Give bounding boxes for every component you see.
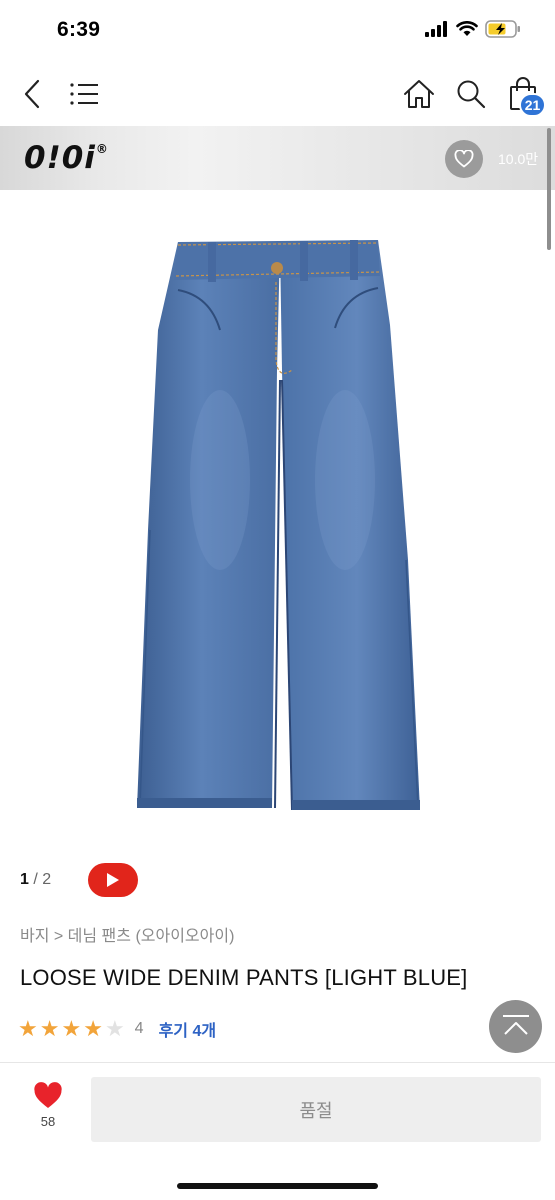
status-icons bbox=[425, 20, 521, 38]
brand-like-count: 10.0만 bbox=[498, 151, 539, 167]
product-image[interactable] bbox=[120, 230, 440, 820]
scroll-indicator[interactable] bbox=[547, 128, 551, 250]
image-pager: 1 / 2 bbox=[20, 871, 51, 889]
play-icon bbox=[107, 873, 119, 887]
divider bbox=[0, 1062, 555, 1063]
product-title: LOOSE WIDE DENIM PANTS [LIGHT BLUE] bbox=[20, 965, 468, 990]
home-indicator[interactable] bbox=[177, 1183, 378, 1189]
pager-total: 2 bbox=[42, 871, 52, 888]
sold-out-button[interactable]: 품절 bbox=[91, 1077, 541, 1142]
signal-icon bbox=[425, 21, 447, 37]
heart-icon bbox=[34, 1082, 62, 1108]
rating-row: ★ ★ ★ ★ ★ 4 후기 4개 bbox=[18, 1017, 216, 1041]
video-play-button[interactable] bbox=[88, 863, 138, 897]
star-empty-icon: ★ bbox=[104, 1016, 125, 1041]
star-filled-icon: ★ bbox=[18, 1016, 38, 1041]
heart-outline-icon bbox=[454, 150, 474, 168]
home-button[interactable] bbox=[400, 76, 438, 112]
like-count: 58 bbox=[40, 1114, 56, 1129]
menu-button[interactable] bbox=[66, 78, 102, 110]
wifi-icon bbox=[456, 21, 478, 36]
star-filled-icon: ★ bbox=[61, 1016, 82, 1041]
brand-logo-mark: ® bbox=[95, 141, 109, 156]
cart-count-badge: 21 bbox=[519, 93, 546, 117]
search-button[interactable] bbox=[452, 76, 490, 112]
review-count-link[interactable]: 후기 4개 bbox=[159, 1017, 217, 1041]
rating-stars: ★ ★ ★ ★ ★ bbox=[18, 1018, 125, 1040]
search-icon bbox=[457, 80, 486, 109]
rating-value: 4 bbox=[134, 1020, 144, 1037]
back-button[interactable] bbox=[16, 76, 48, 112]
star-filled-icon: ★ bbox=[39, 1016, 60, 1041]
status-bar: 6:39 bbox=[0, 0, 555, 62]
scroll-top-button[interactable] bbox=[489, 1000, 542, 1053]
pager-separator: / bbox=[28, 871, 43, 888]
pager-current: 1 bbox=[20, 871, 29, 888]
star-filled-icon: ★ bbox=[83, 1016, 103, 1041]
home-icon bbox=[404, 80, 434, 108]
back-icon bbox=[24, 79, 40, 109]
brand-logo-text: 0!0i bbox=[24, 140, 96, 176]
brand-logo[interactable]: 0!0i® bbox=[24, 140, 109, 176]
menu-icon bbox=[70, 83, 98, 105]
brand-like-button[interactable] bbox=[445, 140, 483, 178]
status-time: 6:39 bbox=[57, 18, 101, 41]
category-breadcrumb[interactable]: 바지 > 데님 팬츠 (오아이오아이) bbox=[20, 922, 234, 946]
battery-icon bbox=[485, 20, 520, 38]
scroll-top-icon bbox=[502, 1014, 529, 1035]
like-button[interactable]: 58 bbox=[18, 1082, 78, 1142]
